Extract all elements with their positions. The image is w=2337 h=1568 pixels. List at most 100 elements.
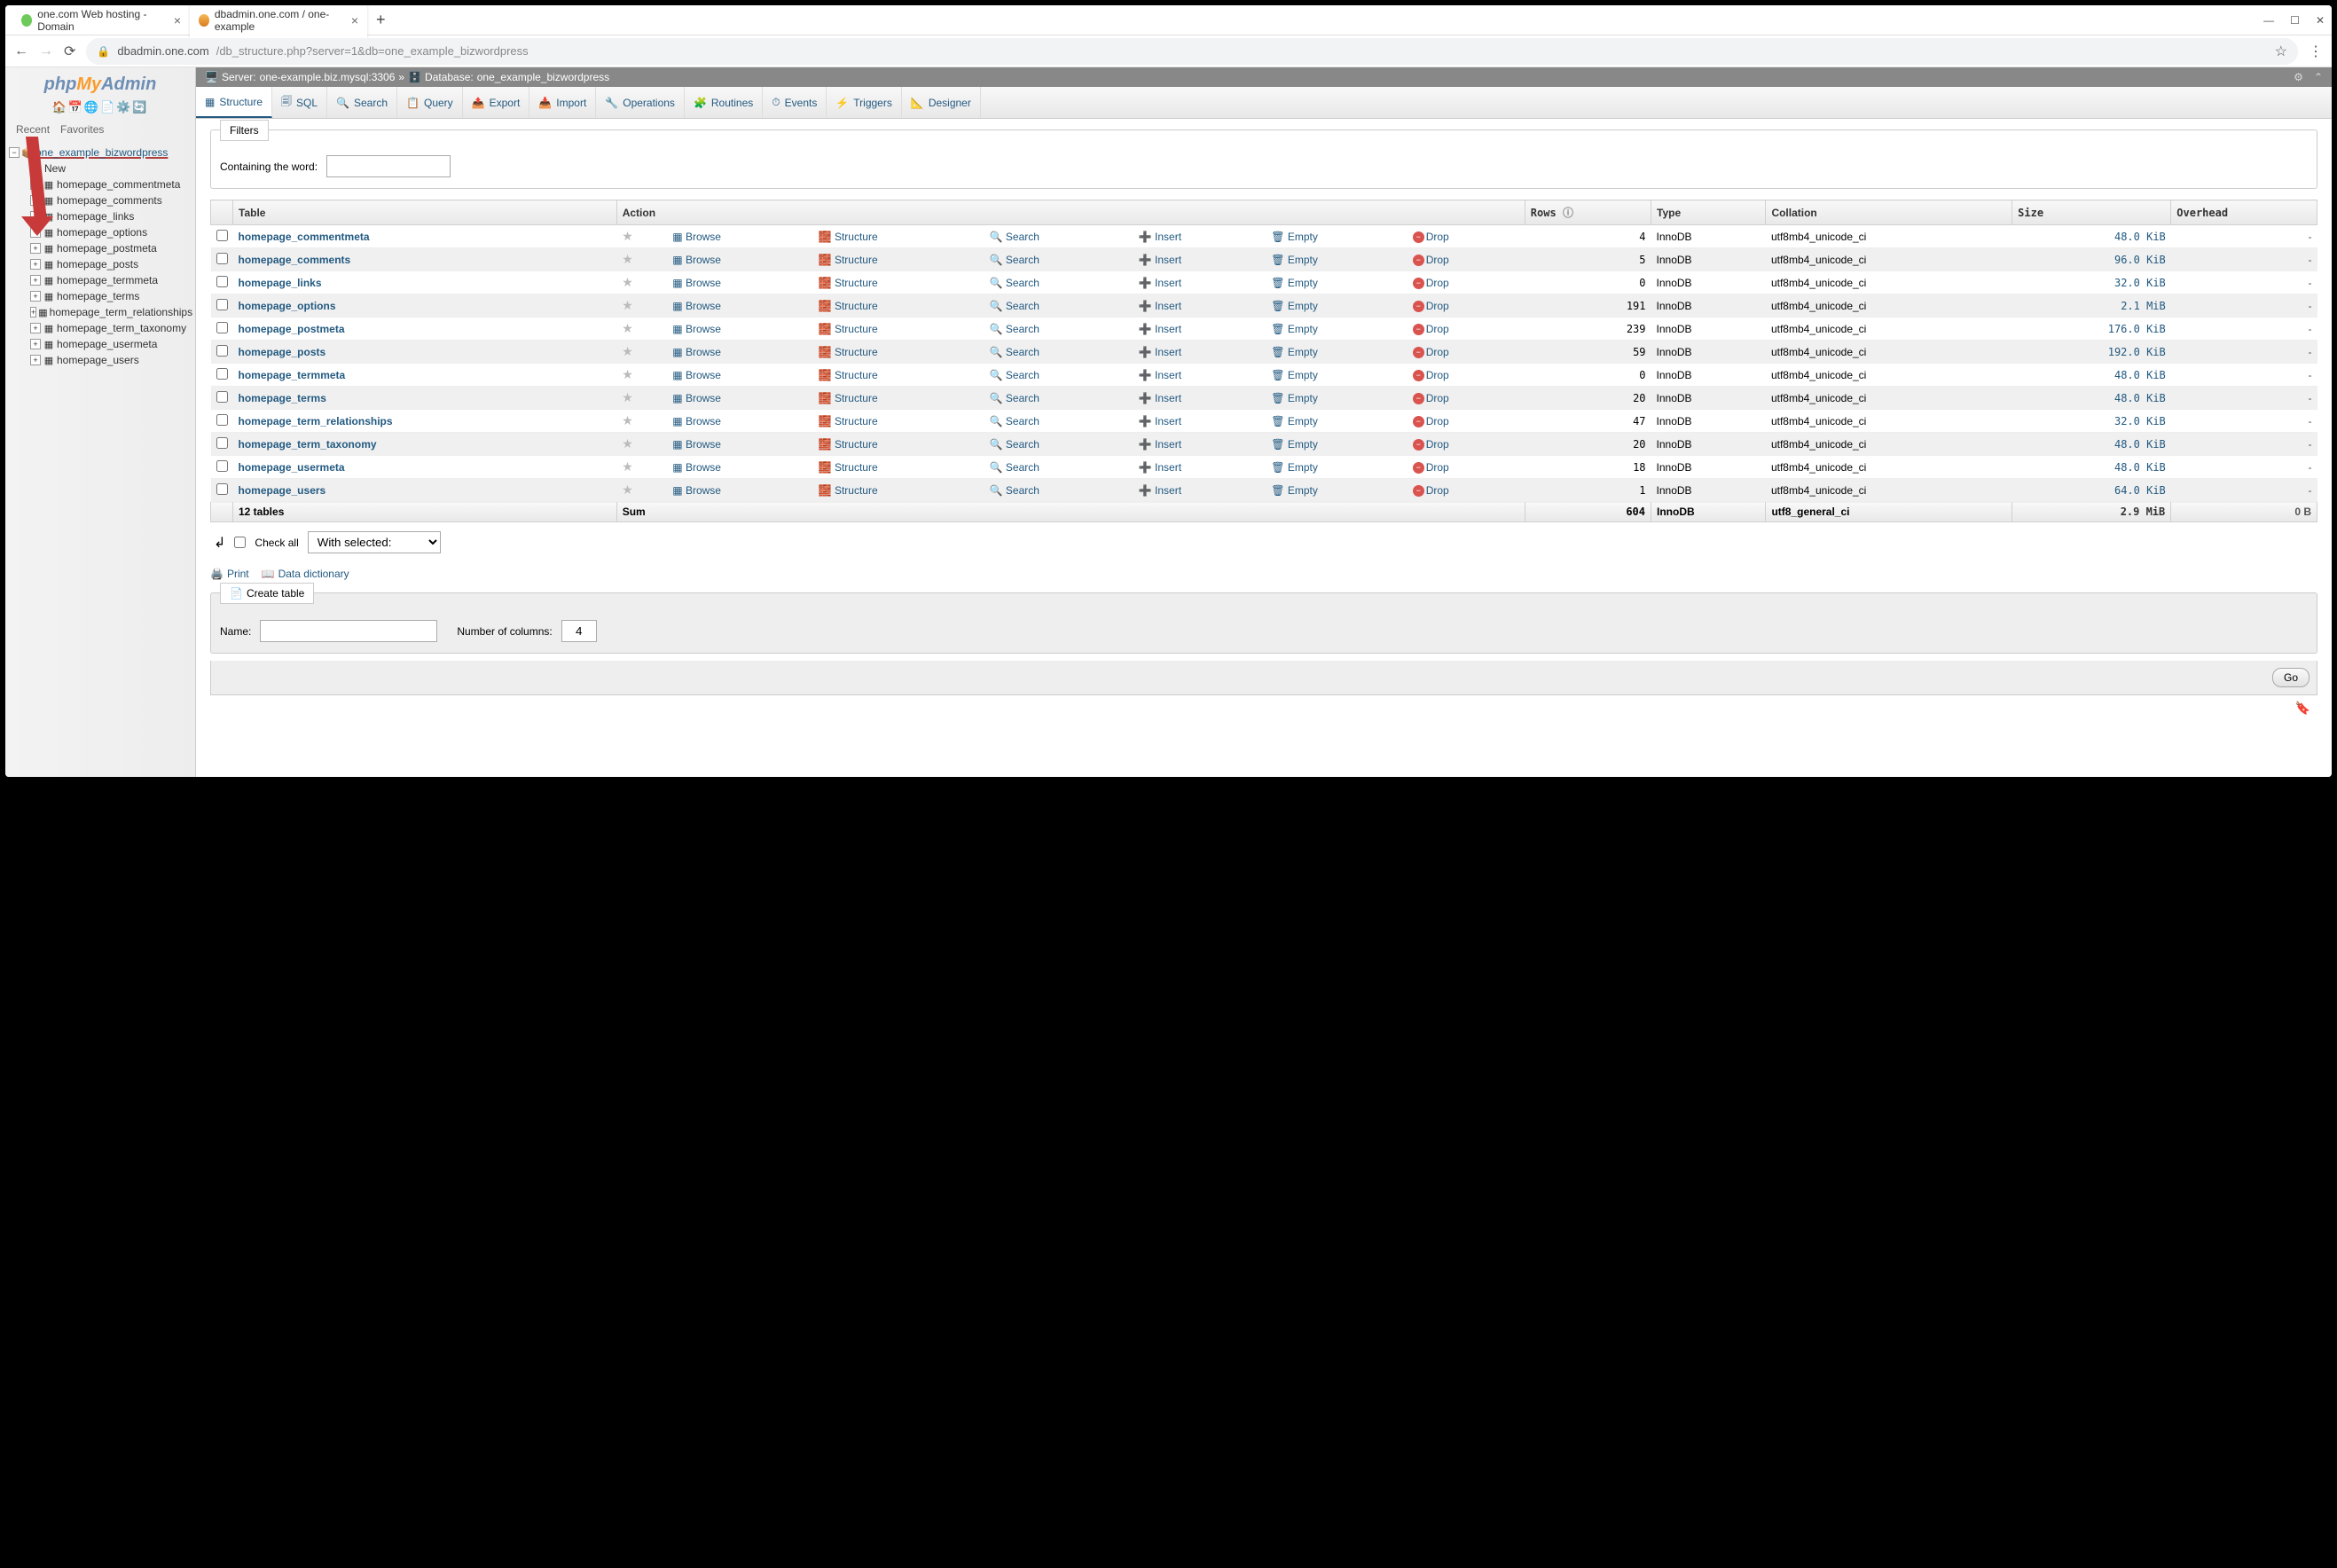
- search-link[interactable]: 🔍 Search: [990, 323, 1039, 335]
- structure-link[interactable]: 🧱 Structure: [819, 484, 878, 497]
- row-checkbox[interactable]: [216, 368, 228, 380]
- sidebar-tab-recent[interactable]: Recent: [11, 120, 55, 139]
- drop-link[interactable]: − Drop: [1413, 231, 1449, 243]
- tree-table-node[interactable]: +▦homepage_term_relationships: [28, 304, 192, 320]
- browse-link[interactable]: ▦ Browse: [672, 438, 721, 451]
- expand-icon[interactable]: +: [30, 307, 36, 318]
- nav-events[interactable]: ⏱Events: [763, 87, 827, 118]
- insert-link[interactable]: ➕ Insert: [1139, 323, 1181, 335]
- table-name-link[interactable]: homepage_users: [239, 484, 326, 497]
- row-checkbox[interactable]: [216, 391, 228, 403]
- col-table[interactable]: Table: [233, 200, 617, 225]
- nav-designer[interactable]: 📐Designer: [902, 87, 981, 118]
- structure-link[interactable]: 🧱 Structure: [819, 415, 878, 427]
- col-type[interactable]: Type: [1651, 200, 1766, 225]
- expand-icon[interactable]: +: [30, 211, 41, 222]
- structure-link[interactable]: 🧱 Structure: [819, 438, 878, 451]
- favorite-star-icon[interactable]: ★: [622, 367, 633, 381]
- minimize-icon[interactable]: —: [2263, 14, 2274, 27]
- favorite-star-icon[interactable]: ★: [622, 252, 633, 266]
- table-name-link[interactable]: homepage_term_relationships: [239, 415, 393, 427]
- close-window-icon[interactable]: ✕: [2316, 14, 2325, 27]
- expand-icon[interactable]: +: [30, 195, 41, 206]
- row-checkbox[interactable]: [216, 483, 228, 495]
- empty-link[interactable]: 🗑 Empty: [1271, 300, 1318, 312]
- structure-link[interactable]: 🧱 Structure: [819, 346, 878, 358]
- insert-link[interactable]: ➕ Insert: [1139, 484, 1181, 497]
- tree-table-node[interactable]: +▦homepage_options: [28, 224, 192, 240]
- col-overhead[interactable]: Overhead: [2171, 200, 2317, 225]
- search-link[interactable]: 🔍 Search: [990, 346, 1039, 358]
- new-table-node[interactable]: 📄 New: [28, 161, 192, 176]
- drop-link[interactable]: − Drop: [1413, 461, 1449, 474]
- tree-table-node[interactable]: +▦homepage_links: [28, 208, 192, 224]
- search-link[interactable]: 🔍 Search: [990, 438, 1039, 451]
- expand-icon[interactable]: +: [30, 243, 41, 254]
- sidebar-tab-favorites[interactable]: Favorites: [55, 120, 109, 139]
- empty-link[interactable]: 🗑 Empty: [1271, 323, 1318, 335]
- structure-link[interactable]: 🧱 Structure: [819, 323, 878, 335]
- structure-link[interactable]: 🧱 Structure: [819, 461, 878, 474]
- drop-link[interactable]: − Drop: [1413, 346, 1449, 358]
- insert-link[interactable]: ➕ Insert: [1139, 392, 1181, 404]
- search-link[interactable]: 🔍 Search: [990, 484, 1039, 497]
- row-checkbox[interactable]: [216, 322, 228, 333]
- address-bar[interactable]: 🔒 dbadmin.one.com/db_structure.php?serve…: [86, 38, 2298, 65]
- favorite-star-icon[interactable]: ★: [622, 482, 633, 497]
- insert-link[interactable]: ➕ Insert: [1139, 254, 1181, 266]
- db-node[interactable]: − 📦 one_example_bizwordpress: [9, 145, 192, 161]
- col-size[interactable]: Size: [2012, 200, 2171, 225]
- favorite-star-icon[interactable]: ★: [622, 321, 633, 335]
- bookmark-star-icon[interactable]: ☆: [2275, 43, 2287, 60]
- structure-link[interactable]: 🧱 Structure: [819, 254, 878, 266]
- expand-icon[interactable]: +: [30, 275, 41, 286]
- favorite-star-icon[interactable]: ★: [622, 459, 633, 474]
- check-all-label[interactable]: Check all: [255, 537, 298, 549]
- row-checkbox[interactable]: [216, 299, 228, 310]
- expand-icon[interactable]: +: [30, 291, 41, 302]
- tree-table-node[interactable]: +▦homepage_usermeta: [28, 336, 192, 352]
- browse-link[interactable]: ▦ Browse: [672, 392, 721, 404]
- data-dictionary-link[interactable]: 📖 Data dictionary: [262, 568, 349, 580]
- check-all-checkbox[interactable]: [234, 537, 246, 548]
- empty-link[interactable]: 🗑 Empty: [1271, 231, 1318, 243]
- favorite-star-icon[interactable]: ★: [622, 436, 633, 451]
- nav-triggers[interactable]: ⚡Triggers: [827, 87, 902, 118]
- nav-sql[interactable]: 🗐SQL: [272, 87, 327, 118]
- table-name-link[interactable]: homepage_terms: [239, 392, 326, 404]
- table-name-link[interactable]: homepage_term_taxonomy: [239, 438, 377, 451]
- structure-link[interactable]: 🧱 Structure: [819, 277, 878, 289]
- browse-link[interactable]: ▦ Browse: [672, 415, 721, 427]
- browser-tab-1[interactable]: dbadmin.one.com / one-example ×: [190, 5, 367, 38]
- maximize-icon[interactable]: ☐: [2290, 14, 2300, 27]
- empty-link[interactable]: 🗑 Empty: [1271, 484, 1318, 497]
- structure-link[interactable]: 🧱 Structure: [819, 369, 878, 381]
- drop-link[interactable]: − Drop: [1413, 484, 1449, 497]
- tree-table-node[interactable]: +▦homepage_posts: [28, 256, 192, 272]
- col-rows[interactable]: Rows ⓘ: [1525, 200, 1651, 225]
- browse-link[interactable]: ▦ Browse: [672, 369, 721, 381]
- favorite-star-icon[interactable]: ★: [622, 344, 633, 358]
- table-name-link[interactable]: homepage_posts: [239, 346, 326, 358]
- empty-link[interactable]: 🗑 Empty: [1271, 461, 1318, 474]
- favorite-star-icon[interactable]: ★: [622, 298, 633, 312]
- structure-link[interactable]: 🧱 Structure: [819, 392, 878, 404]
- drop-link[interactable]: − Drop: [1413, 438, 1449, 451]
- search-link[interactable]: 🔍 Search: [990, 415, 1039, 427]
- drop-link[interactable]: − Drop: [1413, 254, 1449, 266]
- search-link[interactable]: 🔍 Search: [990, 461, 1039, 474]
- col-collation[interactable]: Collation: [1766, 200, 2012, 225]
- row-checkbox[interactable]: [216, 345, 228, 357]
- close-icon[interactable]: ×: [351, 13, 358, 27]
- table-name-link[interactable]: homepage_commentmeta: [239, 231, 370, 243]
- drop-link[interactable]: − Drop: [1413, 300, 1449, 312]
- browse-link[interactable]: ▦ Browse: [672, 461, 721, 474]
- tree-table-node[interactable]: +▦homepage_comments: [28, 192, 192, 208]
- table-name-link[interactable]: homepage_options: [239, 300, 336, 312]
- empty-link[interactable]: 🗑 Empty: [1271, 415, 1318, 427]
- search-link[interactable]: 🔍 Search: [990, 300, 1039, 312]
- empty-link[interactable]: 🗑 Empty: [1271, 392, 1318, 404]
- tree-table-node[interactable]: +▦homepage_commentmeta: [28, 176, 192, 192]
- table-name-link[interactable]: homepage_comments: [239, 254, 351, 266]
- table-name-input[interactable]: [260, 620, 437, 642]
